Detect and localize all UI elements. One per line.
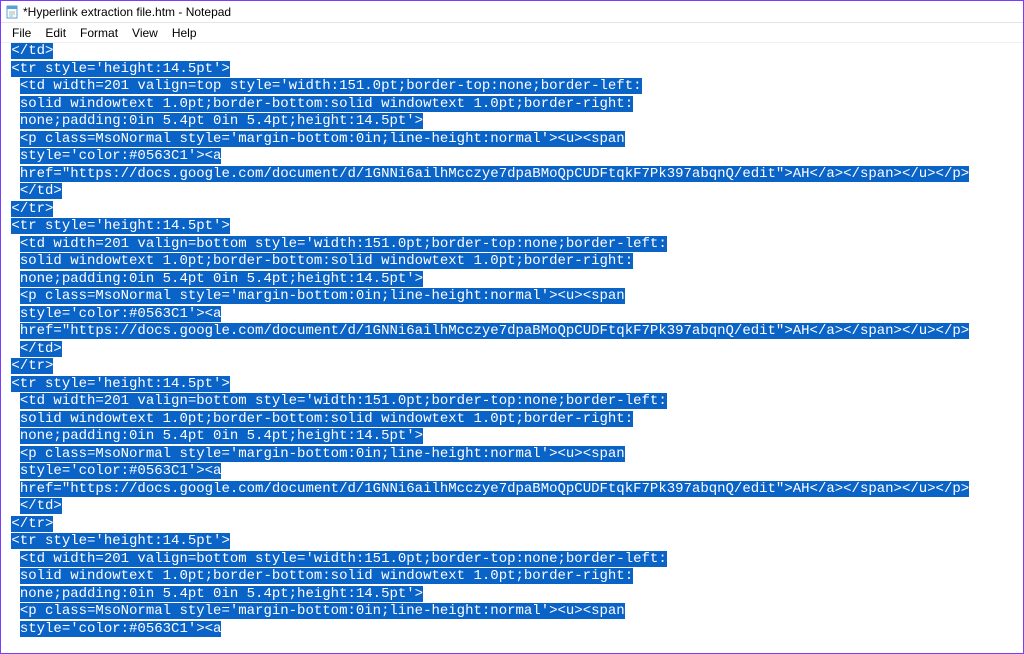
selected-text[interactable]: <tr style='height:14.5pt'> (11, 376, 229, 392)
selected-text[interactable]: <td width=201 valign=bottom style='width… (20, 551, 667, 567)
selected-text[interactable]: solid windowtext 1.0pt;border-bottom:sol… (20, 96, 633, 112)
selected-text[interactable]: solid windowtext 1.0pt;border-bottom:sol… (20, 568, 633, 584)
menu-format[interactable]: Format (73, 24, 125, 42)
selected-text[interactable]: <tr style='height:14.5pt'> (11, 533, 229, 549)
selected-text[interactable]: none;padding:0in 5.4pt 0in 5.4pt;height:… (20, 113, 423, 129)
selected-text[interactable]: <tr style='height:14.5pt'> (11, 218, 229, 234)
selected-text[interactable]: <td width=201 valign=bottom style='width… (20, 393, 667, 409)
selected-text[interactable]: none;padding:0in 5.4pt 0in 5.4pt;height:… (20, 271, 423, 287)
text-editor[interactable]: </td> <tr style='height:14.5pt'> <td wid… (1, 43, 1023, 653)
selected-text[interactable]: <p class=MsoNormal style='margin-bottom:… (20, 131, 625, 147)
selected-text[interactable]: <p class=MsoNormal style='margin-bottom:… (20, 603, 625, 619)
selected-text[interactable]: none;padding:0in 5.4pt 0in 5.4pt;height:… (20, 586, 423, 602)
titlebar: *Hyperlink extraction file.htm - Notepad (1, 1, 1023, 23)
selected-text[interactable]: </td> (11, 43, 53, 59)
selected-text[interactable]: <tr style='height:14.5pt'> (11, 61, 229, 77)
selected-text[interactable]: </td> (20, 498, 62, 514)
selected-text[interactable]: style='color:#0563C1'><a (20, 621, 222, 637)
notepad-icon (5, 5, 19, 19)
selected-text[interactable]: style='color:#0563C1'><a (20, 148, 222, 164)
selected-text[interactable]: <p class=MsoNormal style='margin-bottom:… (20, 446, 625, 462)
selected-text[interactable]: </tr> (11, 358, 53, 374)
menubar: File Edit Format View Help (1, 23, 1023, 43)
selected-text[interactable]: <td width=201 valign=top style='width:15… (20, 78, 642, 94)
selected-text[interactable]: href="https://docs.google.com/document/d… (20, 166, 969, 182)
selected-text[interactable]: </tr> (11, 516, 53, 532)
selected-text[interactable]: style='color:#0563C1'><a (20, 306, 222, 322)
menu-edit[interactable]: Edit (38, 24, 73, 42)
selected-text[interactable]: </tr> (11, 201, 53, 217)
window-title: *Hyperlink extraction file.htm - Notepad (23, 5, 231, 19)
selected-text[interactable]: <p class=MsoNormal style='margin-bottom:… (20, 288, 625, 304)
selected-text[interactable]: </td> (20, 183, 62, 199)
selected-text[interactable]: <td width=201 valign=bottom style='width… (20, 236, 667, 252)
selected-text[interactable]: </td> (20, 341, 62, 357)
selected-text[interactable]: style='color:#0563C1'><a (20, 463, 222, 479)
selected-text[interactable]: none;padding:0in 5.4pt 0in 5.4pt;height:… (20, 428, 423, 444)
menu-help[interactable]: Help (165, 24, 204, 42)
menu-file[interactable]: File (5, 24, 38, 42)
menu-view[interactable]: View (125, 24, 165, 42)
selected-text[interactable]: href="https://docs.google.com/document/d… (20, 481, 969, 497)
selected-text[interactable]: solid windowtext 1.0pt;border-bottom:sol… (20, 411, 633, 427)
selected-text[interactable]: href="https://docs.google.com/document/d… (20, 323, 969, 339)
selected-text[interactable]: solid windowtext 1.0pt;border-bottom:sol… (20, 253, 633, 269)
